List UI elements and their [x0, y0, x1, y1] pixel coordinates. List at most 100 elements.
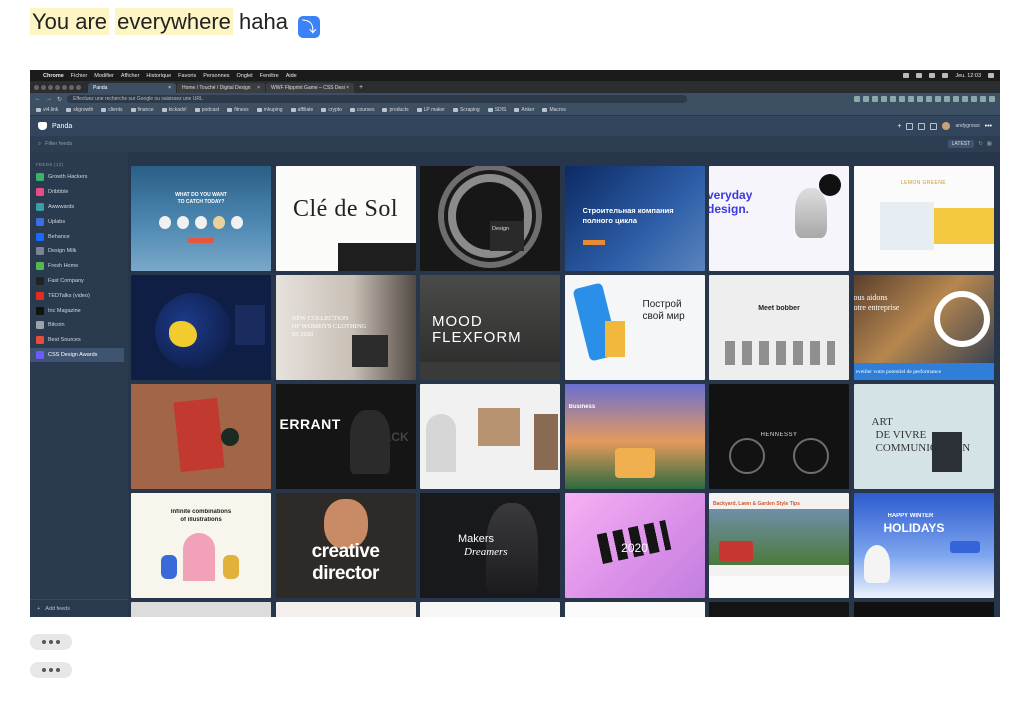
- bookmark-item: crypto: [321, 107, 342, 113]
- bookmarks-bar: vi4.link skgrowth clients finance kickad…: [30, 105, 1000, 116]
- bookmark-item: products: [382, 107, 408, 113]
- reload-icon: ↻: [57, 96, 63, 103]
- feed-favicon-icon: [36, 188, 44, 197]
- feed-label: TEDTalks (video): [48, 292, 90, 299]
- status-icon: [903, 73, 910, 78]
- feed-label: Growth Hackers: [48, 174, 88, 181]
- tab-panda: Panda ×: [88, 83, 176, 93]
- sidebar-feed-item: Uplabs: [30, 214, 128, 229]
- feed-card: Backyard, Lawn & Garden Style Tips: [709, 493, 849, 598]
- bookmark-item: finance: [131, 107, 154, 113]
- feeds-title: FEEDS (13): [36, 162, 64, 167]
- more-icon: •••: [984, 122, 992, 130]
- panda-body: FEEDS (13) Growth Hackers Dribbble Awwward…: [30, 152, 1000, 617]
- filter-bar: ⌕ Filter feeds LATEST ↻ ▦: [30, 136, 1000, 152]
- panda-header: Panda + andygrossi •••: [30, 116, 1000, 136]
- feeds-sidebar: FEEDS (13) Growth Hackers Dribbble Awwward…: [30, 152, 128, 617]
- feed-card: ERRANT PACK: [275, 384, 416, 489]
- search-icon: ⌕: [38, 140, 42, 147]
- sidebar-feed-item: Dribbble: [30, 185, 128, 200]
- feed-card: [853, 602, 994, 617]
- feed-label: Fresh Home: [48, 263, 79, 270]
- browser-tabbar: Panda × Home / Touché / Digital Design × W…: [30, 81, 1000, 93]
- feed-card: [420, 602, 560, 617]
- sidebar-feed-item: Growth Hackers: [30, 170, 128, 185]
- feed-label: CSS Design Awards: [48, 351, 98, 358]
- feed-card: Business: [564, 384, 705, 489]
- feed-card: [420, 384, 560, 489]
- feed-label: Uplabs: [48, 218, 66, 225]
- settings-icon: [918, 122, 926, 130]
- tab-wwf: WWF Flipprint Game – CSS Desi ×: [266, 83, 354, 93]
- feed-card: MOOD FLEXFORM: [420, 275, 560, 380]
- bookmark-item: kickads!: [162, 107, 187, 113]
- menu-item: Aide: [285, 72, 297, 79]
- feed-card: HAPPY WINTER HOLIDAYS: [853, 493, 994, 598]
- feed-grid: WHAT DO YOU WANT TO CATCH TODAY? Clé de …: [131, 166, 994, 617]
- feed-card: LEMON GREENE: [853, 166, 994, 271]
- sidebar-feed-item: Fresh Home: [30, 259, 128, 274]
- feed-label: Awwwards: [48, 203, 75, 210]
- feed-favicon-icon: [36, 247, 44, 256]
- address-bar: ← → ↻ Effectuez une recherche sur Google…: [30, 93, 1000, 105]
- back-icon: ←: [35, 96, 41, 102]
- bookmark-item: mkuping: [257, 107, 283, 113]
- feed-card: [709, 602, 849, 617]
- feed-favicon-icon: [36, 217, 44, 226]
- sidebar-feed-item: Fast Company: [30, 274, 128, 289]
- feed-card: veryday design.: [709, 166, 849, 271]
- feed-label: Best Sources: [48, 337, 81, 344]
- avatar: [942, 122, 951, 130]
- bookmark-item: Anker: [514, 107, 534, 113]
- bookmark-item: SDIS: [488, 107, 507, 113]
- bookmark-item: courses: [350, 107, 375, 113]
- menu-item: Historique: [146, 72, 172, 79]
- menu-item: Onglet: [236, 72, 253, 79]
- sidebar-feed-item: CSS Design Awards: [30, 347, 124, 363]
- bookmark-item: vi4.link: [36, 107, 58, 113]
- url-input: Effectuez une recherche sur Google ou sa…: [67, 95, 688, 103]
- bookmark-item: podcast: [195, 107, 220, 113]
- typing-indicator: [30, 634, 72, 650]
- feed-label: Design Milk: [48, 248, 77, 255]
- search-icon: [988, 73, 994, 78]
- view-icon: ▦: [986, 141, 992, 147]
- highlight-you-are: You are: [30, 8, 110, 35]
- feed-favicon-icon: [36, 321, 44, 330]
- feed-card: Makers Dreamers: [420, 493, 560, 598]
- typing-indicator: [30, 662, 72, 678]
- grid-icon: [930, 122, 938, 130]
- feed-card: Design: [420, 166, 560, 271]
- feed-card: Infinite combinations of illustrations: [131, 493, 271, 598]
- feed-card: [275, 602, 416, 617]
- feed-favicon-icon: [36, 291, 44, 300]
- tab-strip-pins: [34, 81, 87, 93]
- sidebar-feed-item: Design Milk: [30, 244, 128, 259]
- arrow-down-emoji-icon: ⤵: [298, 16, 321, 38]
- bookmark-item: LP maker: [417, 107, 445, 113]
- menu-item: Favoris: [178, 72, 197, 79]
- refresh-icon: ↻: [978, 141, 983, 147]
- highlight-everywhere: everywhere: [115, 8, 233, 35]
- plus-icon: +: [37, 605, 41, 612]
- panda-title: Panda: [52, 122, 73, 130]
- sidebar-feed-item: Best Sources: [30, 333, 128, 348]
- feed-card: [131, 275, 271, 380]
- tab-touche: Home / Touché / Digital Design ×: [177, 83, 265, 93]
- feed-label: Fast Company: [48, 277, 84, 284]
- feed-label: Bitcoin: [48, 322, 65, 329]
- feed-favicon-icon: [36, 173, 44, 182]
- feed-favicon-icon: [36, 276, 44, 285]
- menubar-app-name: Chrome: [43, 72, 64, 79]
- close-icon: ×: [168, 85, 171, 91]
- username: andygrossi: [955, 123, 980, 129]
- feed-card: [131, 602, 271, 617]
- feed-card: Построй свой мир: [564, 275, 705, 380]
- feed-favicon-icon: [36, 232, 44, 241]
- feed-card: creative director: [275, 493, 416, 598]
- menu-item: Modifier: [94, 72, 114, 79]
- feed-favicon-icon: [36, 262, 44, 271]
- feed-favicon-icon: [36, 202, 44, 211]
- feed-favicon-icon: [36, 306, 44, 315]
- sidebar-feed-item: TEDTalks (video): [30, 288, 128, 303]
